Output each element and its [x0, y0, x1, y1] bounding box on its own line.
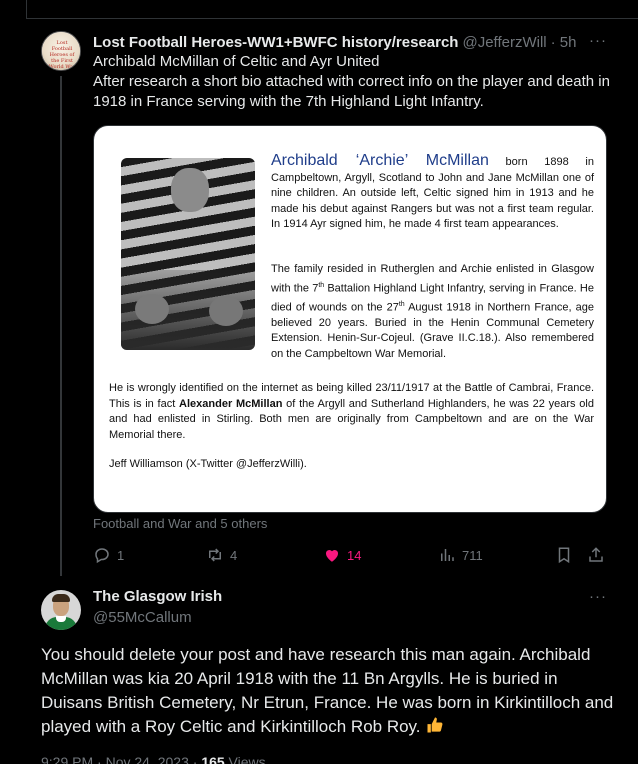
views-button[interactable]: 711 [438, 543, 483, 567]
more-icon[interactable]: ··· [589, 32, 607, 49]
reply-time[interactable]: 9:29 PM · Nov 24, 2023 · [41, 754, 201, 764]
bio-paragraph-2: The family resided in Rutherglen and Arc… [271, 263, 594, 360]
like-icon [325, 549, 339, 562]
post-header: Lost Football Heroes-WW1+BWFC history/re… [93, 32, 618, 52]
previous-tweet-border [26, 0, 638, 19]
repost-button[interactable]: 4 [206, 543, 237, 567]
bookmark-icon [558, 547, 570, 564]
media-attribution[interactable]: Football and War and 5 others [93, 516, 267, 531]
author-handle[interactable]: @JefferzWill [462, 34, 546, 51]
player-photo [121, 158, 255, 350]
thumbs-up-emoji [427, 717, 443, 733]
post-time[interactable]: · 5h [551, 34, 577, 51]
like-count: 14 [347, 547, 362, 563]
avatar-logo-text: Lost Football Heroes of the First World … [48, 40, 76, 70]
reply-icon [95, 548, 109, 564]
thread-line [60, 76, 62, 576]
bio-image-card[interactable]: Archibald ‘Archie’ McMillan born 1898 in… [93, 125, 607, 513]
bookmark-button[interactable] [555, 543, 573, 567]
reply-text: You should delete your post and have res… [41, 645, 614, 736]
like-button[interactable]: 14 [323, 543, 361, 567]
bio-signature: Jeff Williamson (X-Twitter @JefferzWilli… [109, 458, 307, 470]
post-text-line1: Archibald McMillan of Celtic and Ayr Uni… [93, 53, 380, 70]
reply-views-count: 165 [201, 754, 225, 764]
reply-author-name[interactable]: The Glasgow Irish [93, 588, 222, 605]
reply-more-icon[interactable]: ··· [589, 588, 607, 605]
reply-author-handle[interactable]: @55McCallum [93, 609, 192, 626]
post-text: Archibald McMillan of Celtic and Ayr Uni… [93, 52, 623, 112]
share-button[interactable] [587, 543, 605, 567]
action-bar: 1 4 14 711 [93, 543, 613, 567]
reply-author-avatar[interactable] [41, 590, 81, 630]
views-count: 711 [462, 547, 483, 563]
bio-paragraph-3: He is wrongly identified on the internet… [109, 382, 594, 441]
author-avatar[interactable]: Lost Football Heroes of the First World … [41, 31, 81, 71]
views-icon [441, 549, 454, 561]
reply-count: 1 [117, 547, 125, 563]
reply-views-label: Views [224, 754, 266, 764]
bio-paragraph-1: Archibald ‘Archie’ McMillan born 1898 in… [271, 152, 594, 231]
share-icon [589, 547, 603, 562]
reply-meta: 9:29 PM · Nov 24, 2023 · 165 Views [41, 754, 266, 764]
post-text-line2: After research a short bio attached with… [93, 73, 610, 110]
reply-button[interactable]: 1 [93, 543, 124, 567]
author-name[interactable]: Lost Football Heroes-WW1+BWFC history/re… [93, 34, 458, 51]
repost-count: 4 [230, 547, 238, 563]
bio-title: Archibald ‘Archie’ McMillan [271, 152, 489, 169]
repost-icon [209, 548, 221, 562]
